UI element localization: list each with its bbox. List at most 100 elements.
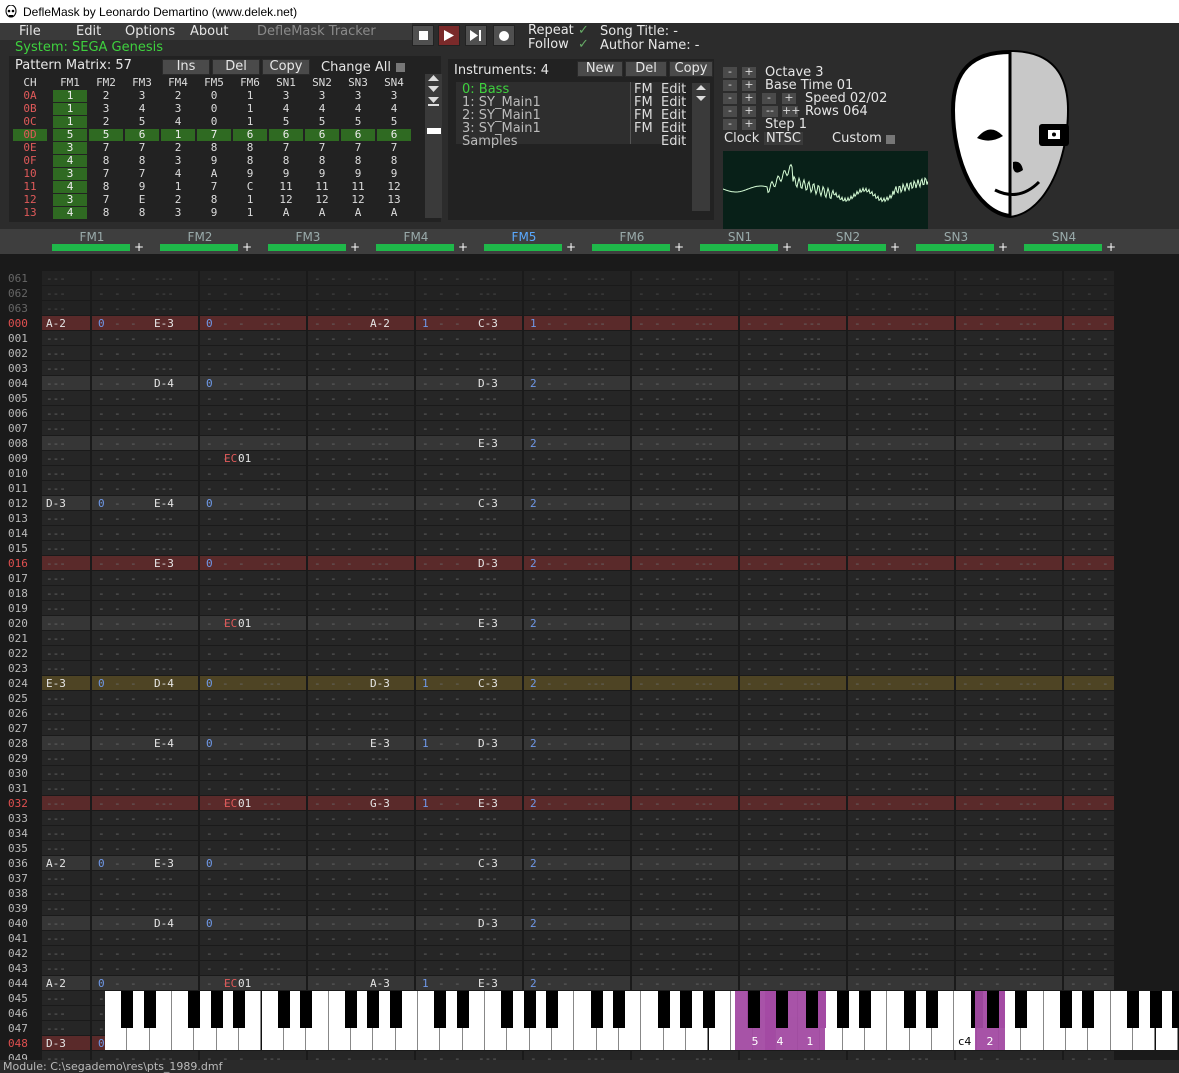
channel-cell[interactable]: ------ <box>1014 796 1118 811</box>
channel-cell[interactable]: ------ <box>42 811 146 826</box>
matrix-cell[interactable]: 3 <box>53 168 87 180</box>
channel-cell[interactable]: ------ <box>366 451 470 466</box>
channel-cell[interactable]: ------ <box>690 556 794 571</box>
channel-cell[interactable]: ------ <box>366 781 470 796</box>
channel-cell[interactable]: ------ <box>798 916 902 931</box>
matrix-cell[interactable]: 7 <box>197 181 231 193</box>
channel-cell[interactable]: ------ <box>366 751 470 766</box>
channel-expand-button[interactable]: + <box>674 241 684 253</box>
channel-cell[interactable]: ------ <box>906 451 1010 466</box>
matrix-cell[interactable]: 4 <box>161 116 195 128</box>
channel-cell[interactable]: ------ <box>474 961 578 976</box>
channel-cell[interactable]: ------ <box>366 601 470 616</box>
matrix-cell[interactable]: 3 <box>125 90 159 102</box>
channel-cell[interactable]: ------ <box>258 676 362 691</box>
pattern-row[interactable]: ----------------------------------------… <box>42 646 1114 661</box>
channel-cell[interactable]: ------ <box>582 916 686 931</box>
channel-cell[interactable]: ------ <box>258 511 362 526</box>
channel-cell[interactable]: ------ <box>798 331 902 346</box>
channel-cell[interactable]: ------ <box>582 601 686 616</box>
channel-cell[interactable]: ------ <box>582 751 686 766</box>
channel-cell[interactable]: ------ <box>582 436 686 451</box>
channel-cell[interactable]: ------ <box>582 976 686 991</box>
channel-cell[interactable]: G-3 1- - <box>366 796 470 811</box>
matrix-cell[interactable]: 8 <box>125 207 159 219</box>
matrix-cell[interactable]: 4 <box>269 103 303 115</box>
channel-cell[interactable]: ------ <box>42 271 146 286</box>
channel-cell[interactable]: D-3 1- - <box>366 676 470 691</box>
octave-increase-button[interactable]: + <box>742 66 756 78</box>
channel-cell[interactable]: ------ <box>366 361 470 376</box>
pattern-row[interactable]: ----------------------------------------… <box>42 766 1114 781</box>
channel-cell[interactable]: ------ <box>582 676 686 691</box>
piano-black-key[interactable] <box>613 991 626 1028</box>
channel-cell[interactable]: ------ <box>366 916 470 931</box>
channel-cell[interactable]: ------ <box>798 766 902 781</box>
channel-cell[interactable]: ------ <box>366 526 470 541</box>
channel-name-fm2[interactable]: FM2 <box>150 231 250 243</box>
pattern-row[interactable]: ----------------------------------------… <box>42 571 1114 586</box>
channel-cell[interactable]: ------ <box>906 706 1010 721</box>
matrix-cell[interactable]: 5 <box>269 116 303 128</box>
channel-cell[interactable]: E-3 0- - <box>150 856 254 871</box>
channel-cell[interactable]: ------ <box>1014 676 1118 691</box>
channel-cell[interactable]: ------ <box>150 466 254 481</box>
channel-cell[interactable]: ------ <box>258 826 362 841</box>
channel-cell[interactable]: ------ <box>690 511 794 526</box>
channel-cell[interactable]: ------ <box>366 496 470 511</box>
channel-cell[interactable]: ------ <box>582 901 686 916</box>
channel-cell[interactable]: E-3 1- - <box>366 736 470 751</box>
channel-cell[interactable]: E-3 2- - <box>474 436 578 451</box>
channel-cell[interactable]: ------ <box>366 706 470 721</box>
matrix-cell[interactable]: A <box>197 168 231 180</box>
channel-cell[interactable]: ------ <box>690 541 794 556</box>
channel-cell[interactable]: ------ <box>42 871 146 886</box>
channel-cell[interactable]: --- - - EC 01 <box>150 976 254 991</box>
channel-cell[interactable]: ------ <box>798 361 902 376</box>
matrix-cell[interactable]: 3 <box>161 155 195 167</box>
channel-cell[interactable]: ------ <box>42 526 146 541</box>
channel-cell[interactable]: ------ <box>798 496 902 511</box>
piano-black-key[interactable] <box>523 991 536 1028</box>
piano-black-key[interactable] <box>1149 991 1162 1028</box>
channel-cell[interactable]: ------ <box>150 691 254 706</box>
channel-cell[interactable]: C-3 2- - <box>474 856 578 871</box>
matrix-cell[interactable]: 4 <box>305 103 339 115</box>
channel-cell[interactable]: ------ <box>366 511 470 526</box>
channel-cell[interactable]: ------ <box>1014 736 1118 751</box>
pattern-row[interactable]: A-2 0- - E-3 0- - --- - - - --- - - - C-3 2- - --- - - - --- -… <box>42 856 1114 871</box>
channel-cell[interactable]: ------ <box>906 811 1010 826</box>
matrix-cell[interactable]: 2 <box>89 116 123 128</box>
channel-cell[interactable]: ------ <box>582 331 686 346</box>
channel-expand-button[interactable]: + <box>350 241 360 253</box>
matrix-cell[interactable]: 7 <box>125 168 159 180</box>
instrument-edit-button[interactable]: Edit <box>661 135 686 148</box>
channel-cell[interactable]: ------ <box>150 751 254 766</box>
channel-name-fm4[interactable]: FM4 <box>366 231 466 243</box>
channel-cell[interactable]: ------ <box>906 796 1010 811</box>
channel-cell[interactable]: ------ <box>258 391 362 406</box>
piano-black-key[interactable] <box>806 991 818 1028</box>
channel-cell[interactable]: ------ <box>42 556 146 571</box>
channel-cell[interactable]: ------ <box>906 361 1010 376</box>
channel-cell[interactable]: ------ <box>690 346 794 361</box>
channel-expand-button[interactable]: + <box>782 241 792 253</box>
matrix-cell[interactable]: 9 <box>341 168 375 180</box>
channel-cell[interactable]: ------ <box>906 856 1010 871</box>
channel-cell[interactable]: ------ <box>366 901 470 916</box>
matrix-cell[interactable]: A <box>269 207 303 219</box>
channel-cell[interactable]: ------ <box>690 826 794 841</box>
channel-cell[interactable]: ------ <box>474 631 578 646</box>
channel-cell[interactable]: ------ <box>258 766 362 781</box>
channel-cell[interactable]: ------ <box>582 541 686 556</box>
pattern-row[interactable]: ----------------------------------------… <box>42 841 1114 856</box>
channel-cell[interactable]: ------ <box>258 331 362 346</box>
channel-cell[interactable]: ------ <box>906 781 1010 796</box>
channel-cell[interactable]: ------ <box>690 886 794 901</box>
channel-cell[interactable]: ------ <box>582 346 686 361</box>
channel-cell[interactable]: ------ <box>1014 766 1118 781</box>
channel-cell[interactable]: ------ <box>366 541 470 556</box>
pattern-row[interactable]: ----------------------------------------… <box>42 391 1114 406</box>
follow-checkbox[interactable]: ✓ <box>578 38 589 52</box>
channel-cell[interactable]: ------ <box>42 796 146 811</box>
